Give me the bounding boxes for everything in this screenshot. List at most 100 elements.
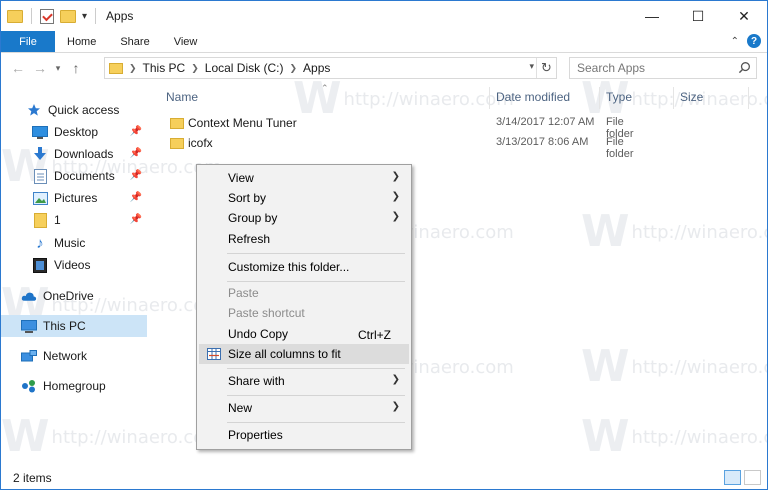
submenu-arrow-icon: ❯: [391, 191, 400, 202]
folder-icon: [170, 137, 184, 149]
pin-icon[interactable]: 📌: [130, 214, 142, 225]
folder-icon: [170, 117, 184, 129]
new-folder-icon[interactable]: [60, 9, 76, 23]
column-header-size[interactable]: Size: [680, 83, 703, 111]
menu-item-undo-copy[interactable]: Undo Copy Ctrl+Z: [199, 324, 409, 344]
column-divider[interactable]: [673, 87, 674, 109]
sidebar-item-homegroup[interactable]: Homegroup: [1, 375, 147, 397]
sidebar-item-desktop[interactable]: Desktop 📌: [1, 121, 147, 143]
breadcrumb-chevron-icon[interactable]: ❯: [289, 63, 297, 74]
pin-icon[interactable]: 📌: [130, 148, 142, 159]
submenu-arrow-icon: ❯: [391, 171, 400, 182]
menu-item-share-with[interactable]: Share with ❯: [199, 371, 409, 391]
table-row[interactable]: icofx 3/13/2017 8:06 AM File folder: [164, 133, 634, 160]
up-arrow-icon[interactable]: ↑: [65, 60, 87, 76]
menu-item-group-by[interactable]: Group by ❯: [199, 208, 409, 228]
column-header-date-modified[interactable]: Date modified: [496, 83, 570, 111]
menu-separator: [227, 368, 405, 369]
column-header-type[interactable]: Type: [606, 83, 632, 111]
menu-item-customize-folder[interactable]: Customize this folder...: [199, 257, 409, 277]
expand-ribbon-icon[interactable]: ⌃: [731, 36, 739, 47]
desktop-icon: [32, 125, 48, 139]
quick-access-toolbar: ▾: [1, 8, 98, 24]
customize-toolbar-dropdown-icon[interactable]: ▾: [82, 11, 87, 22]
sidebar-item-music[interactable]: ♪ Music: [1, 232, 147, 254]
item-count: 2 items: [13, 471, 52, 485]
toolbar-divider: [31, 8, 32, 24]
homegroup-icon: [21, 379, 37, 393]
search-icon[interactable]: [738, 61, 751, 74]
help-icon[interactable]: ?: [747, 34, 761, 48]
folder-icon: [109, 62, 123, 74]
menu-item-sort-by[interactable]: Sort by ❯: [199, 188, 409, 208]
sidebar-item-videos[interactable]: Videos: [1, 254, 147, 276]
breadcrumb-local-disk[interactable]: Local Disk (C:): [205, 61, 284, 75]
file-date: 3/14/2017 12:07 AM: [496, 116, 595, 128]
column-divider[interactable]: [599, 87, 600, 109]
tab-file[interactable]: File: [1, 31, 55, 52]
breadcrumb-apps[interactable]: Apps: [303, 61, 330, 75]
sidebar-item-documents[interactable]: Documents 📌: [1, 165, 147, 187]
column-header-name[interactable]: Name: [166, 83, 198, 111]
details-view-button[interactable]: [724, 470, 741, 485]
file-name: icofx: [188, 136, 213, 150]
menu-item-paste-shortcut[interactable]: Paste shortcut: [199, 303, 409, 323]
navigation-pane: Quick access Desktop 📌 Downloads 📌 Docum…: [1, 91, 147, 461]
window-controls: — ☐ ✕: [629, 1, 767, 31]
menu-item-properties[interactable]: Properties: [199, 425, 409, 445]
shortcut-label: Ctrl+Z: [358, 328, 391, 342]
tab-share[interactable]: Share: [108, 31, 161, 52]
window-title: Apps: [106, 9, 134, 23]
column-divider[interactable]: [489, 87, 490, 109]
menu-item-paste[interactable]: Paste: [199, 283, 409, 303]
address-history-dropdown-icon[interactable]: ▾: [529, 61, 534, 72]
submenu-arrow-icon: ❯: [391, 401, 400, 412]
breadcrumb-chevron-icon[interactable]: ❯: [129, 63, 137, 74]
sidebar-item-this-pc[interactable]: This PC: [1, 315, 147, 337]
sidebar-item-onedrive[interactable]: OneDrive: [1, 285, 147, 307]
pin-icon[interactable]: 📌: [130, 170, 142, 181]
file-date: 3/13/2017 8:06 AM: [496, 136, 589, 148]
sidebar-item-downloads[interactable]: Downloads 📌: [1, 143, 147, 165]
search-placeholder: Search Apps: [577, 61, 646, 75]
address-bar[interactable]: ❯ This PC ❯ Local Disk (C:) ❯ Apps ▾ ↻: [104, 57, 557, 79]
search-input[interactable]: Search Apps: [569, 57, 757, 79]
maximize-button[interactable]: ☐: [675, 1, 721, 31]
videos-icon: [32, 257, 48, 273]
tab-home[interactable]: Home: [55, 31, 108, 52]
toolbar-divider: [95, 8, 97, 24]
sidebar-item-network[interactable]: Network: [1, 345, 147, 367]
minimize-button[interactable]: —: [629, 1, 675, 31]
recent-locations-dropdown-icon[interactable]: ▾: [51, 63, 65, 74]
large-icons-view-button[interactable]: [744, 470, 761, 485]
pin-icon[interactable]: 📌: [130, 192, 142, 203]
breadcrumb-chevron-icon[interactable]: ❯: [191, 63, 199, 74]
menu-item-new[interactable]: New ❯: [199, 398, 409, 418]
table-row[interactable]: Context Menu Tuner 3/14/2017 12:07 AM Fi…: [164, 113, 634, 140]
breadcrumb-this-pc[interactable]: This PC: [143, 61, 186, 75]
explorer-window: Whttp://winaero.com Whttp://winaero.com …: [0, 0, 768, 490]
properties-icon[interactable]: [40, 8, 54, 24]
submenu-arrow-icon: ❯: [391, 374, 400, 385]
status-bar: 2 items: [1, 467, 767, 489]
pictures-icon: [32, 191, 48, 205]
network-icon: [21, 349, 37, 363]
refresh-icon[interactable]: ↻: [536, 58, 556, 78]
column-divider[interactable]: [748, 87, 749, 109]
menu-item-refresh[interactable]: Refresh: [199, 229, 409, 249]
menu-item-view[interactable]: View ❯: [199, 168, 409, 188]
sidebar-item-pictures[interactable]: Pictures 📌: [1, 187, 147, 209]
sidebar-item-quick-access[interactable]: Quick access: [1, 99, 147, 121]
pin-icon[interactable]: 📌: [130, 126, 142, 137]
close-button[interactable]: ✕: [721, 1, 767, 31]
tab-view[interactable]: View: [162, 31, 210, 52]
menu-item-size-columns-to-fit[interactable]: Size all columns to fit: [199, 344, 409, 364]
folder-icon: [32, 212, 48, 228]
forward-arrow-icon[interactable]: →: [29, 60, 51, 76]
sidebar-item-folder-1[interactable]: 1 📌: [1, 209, 147, 231]
download-icon: [32, 147, 48, 161]
star-icon: [26, 103, 42, 117]
ribbon-tabs: File Home Share View ⌃ ?: [1, 31, 767, 53]
back-arrow-icon[interactable]: ←: [7, 60, 29, 76]
menu-separator: [227, 253, 405, 254]
